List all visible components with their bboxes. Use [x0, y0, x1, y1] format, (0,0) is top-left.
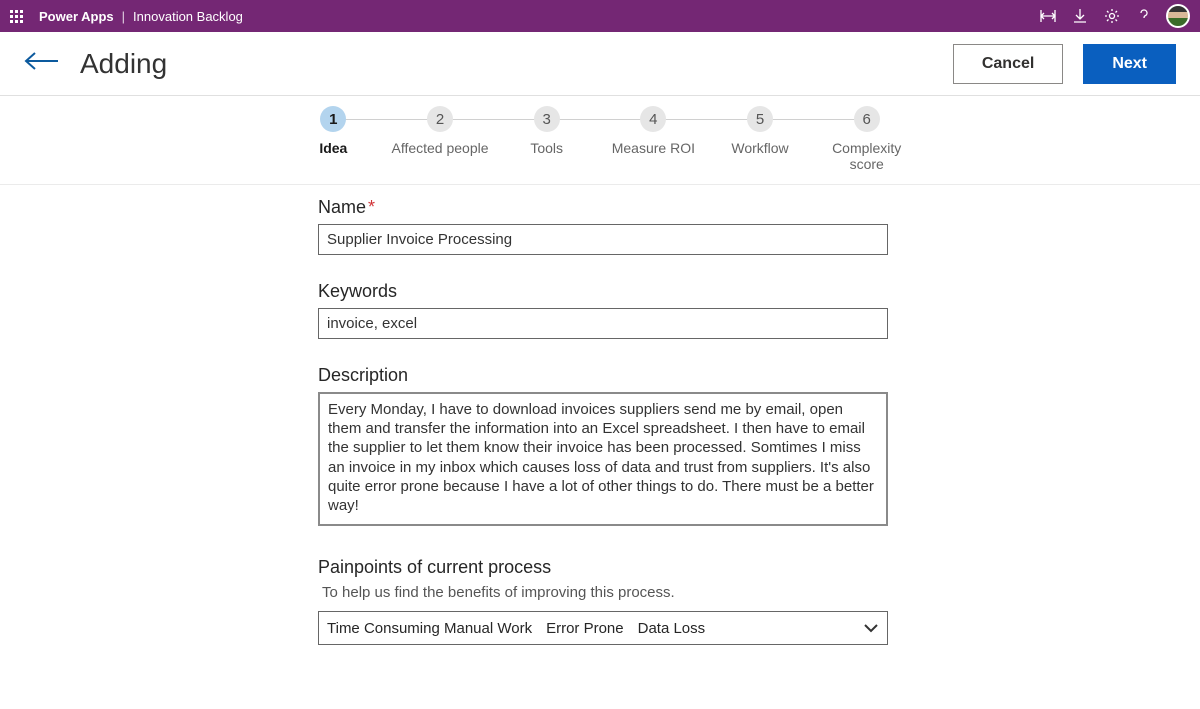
keywords-input[interactable] — [318, 308, 888, 339]
idea-form: Name* Keywords Description Painpoints of… — [310, 197, 890, 645]
step-label: Complexity score — [813, 140, 920, 172]
stepper: 1 Idea 2 Affected people 3 Tools 4 Measu… — [0, 96, 1200, 185]
user-avatar[interactable] — [1166, 4, 1190, 28]
app-topbar: Power Apps | Innovation Backlog — [0, 0, 1200, 32]
page-header: Adding Cancel Next — [0, 32, 1200, 96]
painpoints-label: Painpoints of current process — [318, 557, 890, 578]
painpoints-select[interactable]: Time Consuming Manual Work Error Prone D… — [318, 611, 888, 645]
waffle-icon[interactable] — [10, 10, 23, 23]
keywords-field: Keywords — [318, 281, 890, 339]
help-icon[interactable] — [1128, 0, 1160, 32]
fit-icon[interactable] — [1032, 0, 1064, 32]
painpoints-helper: To help us find the benefits of improvin… — [322, 584, 890, 601]
painpoints-values: Time Consuming Manual Work Error Prone D… — [327, 620, 863, 637]
description-input[interactable] — [318, 392, 888, 526]
name-label: Name* — [318, 197, 890, 218]
download-icon[interactable] — [1064, 0, 1096, 32]
page-title: Adding — [80, 48, 167, 80]
step-label: Idea — [319, 140, 347, 156]
name-input[interactable] — [318, 224, 888, 255]
cancel-button[interactable]: Cancel — [953, 44, 1063, 84]
step-workflow[interactable]: 5 Workflow — [707, 106, 814, 156]
step-measure-roi[interactable]: 4 Measure ROI — [600, 106, 707, 156]
step-label: Measure ROI — [612, 140, 695, 156]
settings-icon[interactable] — [1096, 0, 1128, 32]
step-label: Affected people — [391, 140, 488, 156]
chevron-down-icon — [863, 620, 879, 637]
keywords-label: Keywords — [318, 281, 890, 302]
back-arrow-icon[interactable] — [24, 51, 60, 76]
app-name: Power Apps — [39, 9, 114, 24]
screen-name: Innovation Backlog — [133, 9, 243, 24]
step-tools[interactable]: 3 Tools — [493, 106, 600, 156]
description-label: Description — [318, 365, 890, 386]
step-label: Tools — [530, 140, 563, 156]
painpoints-field: Painpoints of current process To help us… — [318, 557, 890, 645]
step-idea[interactable]: 1 Idea — [280, 106, 387, 156]
step-complexity-score[interactable]: 6 Complexity score — [813, 106, 920, 172]
next-button[interactable]: Next — [1083, 44, 1176, 84]
step-label: Workflow — [731, 140, 788, 156]
step-affected-people[interactable]: 2 Affected people — [387, 106, 494, 156]
name-field: Name* — [318, 197, 890, 255]
description-field: Description — [318, 365, 890, 531]
title-separator: | — [122, 9, 125, 24]
